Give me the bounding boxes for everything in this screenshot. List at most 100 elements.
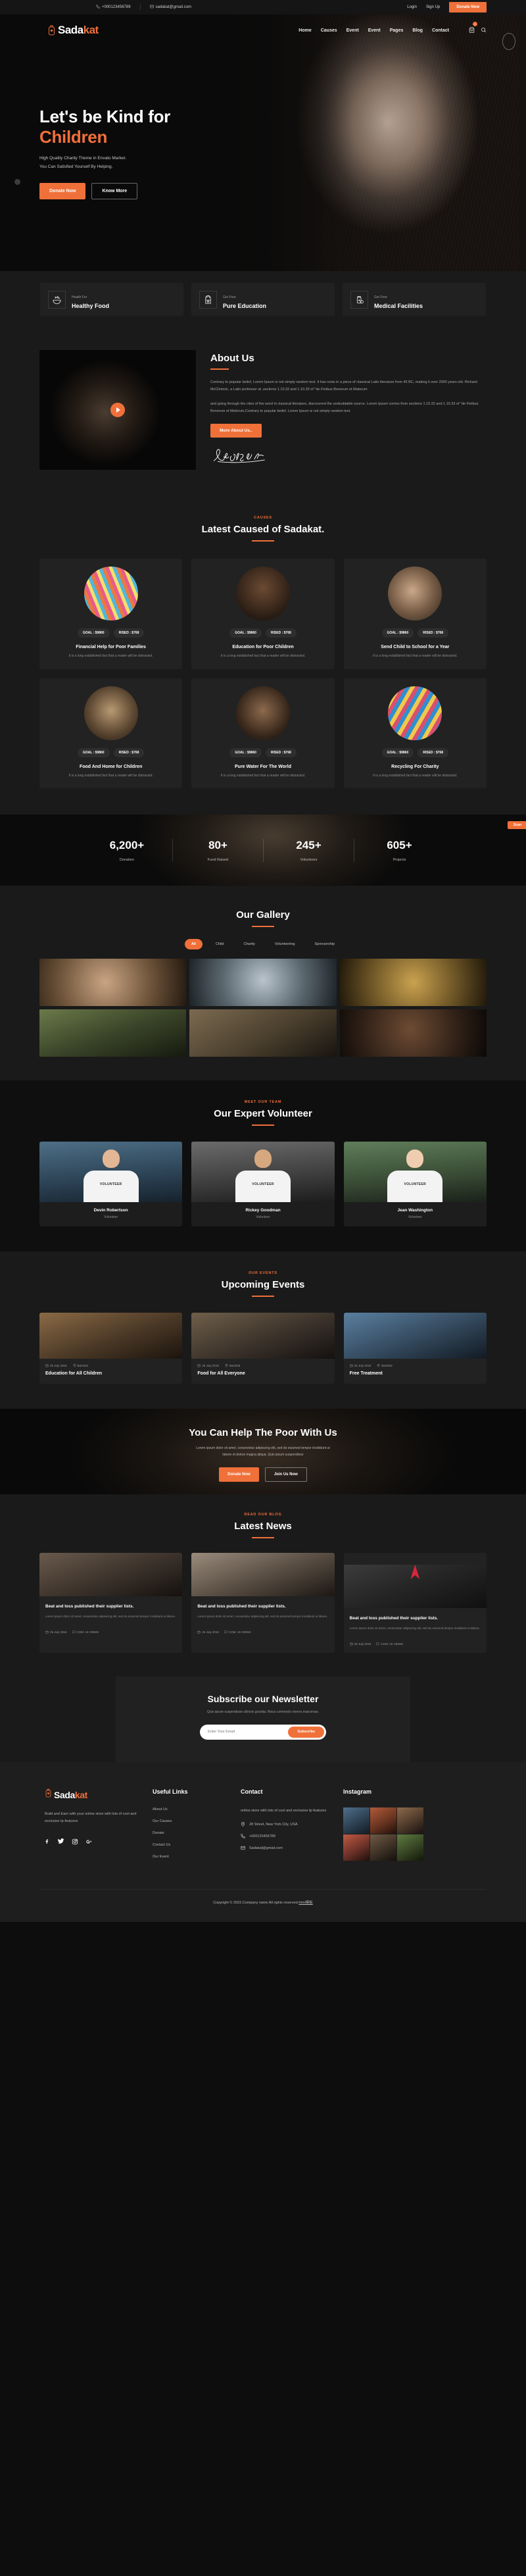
instagram-thumbnail[interactable] bbox=[370, 1834, 396, 1861]
nav-item-home[interactable]: Home bbox=[299, 28, 311, 33]
footer-logo-text: Sadakat bbox=[54, 1789, 87, 1800]
feature-card-healthy-food[interactable]: Health For Healthy Food bbox=[40, 283, 183, 316]
event-date-text: 25 July 2018 bbox=[50, 1364, 67, 1367]
newsletter-subscribe-button[interactable]: Subscribe bbox=[288, 1726, 324, 1738]
more-about-us-button[interactable]: More About Us.. bbox=[210, 424, 262, 438]
gallery-heading: Our Gallery bbox=[39, 909, 487, 927]
volunteer-photo bbox=[191, 1142, 335, 1202]
cause-card[interactable]: GOAL : $9860 RISED : $768 Recycling For … bbox=[343, 678, 487, 788]
event-card[interactable]: 25 July 2018 Barishal Food for All Every… bbox=[191, 1313, 335, 1384]
gallery-tab-all[interactable]: All bbox=[184, 939, 203, 949]
instagram-icon[interactable] bbox=[72, 1836, 78, 1848]
newsletter-email-input[interactable] bbox=[202, 1730, 289, 1734]
calendar-icon bbox=[197, 1630, 201, 1634]
comment-icon bbox=[72, 1630, 76, 1634]
gallery-image[interactable] bbox=[189, 1009, 337, 1057]
cause-card[interactable]: GOAL : $9860 RISED : $768 Send Child to … bbox=[343, 559, 487, 669]
footer-link-about-us[interactable]: About Us bbox=[153, 1807, 230, 1811]
cta-buttons: Donate Now Join Us Now bbox=[0, 1467, 526, 1482]
signup-link[interactable]: Sign Up bbox=[426, 5, 440, 9]
footer-link-donate[interactable]: Donate bbox=[153, 1831, 230, 1835]
cart-button[interactable]: 0 bbox=[469, 22, 477, 36]
topbar-email[interactable]: sadakat@gmail.com bbox=[139, 5, 201, 10]
copyright-text: Copyright © 2022.Company name All rights… bbox=[213, 1900, 299, 1905]
search-button[interactable] bbox=[481, 24, 487, 36]
twitter-icon[interactable] bbox=[57, 1836, 64, 1848]
volunteer-card[interactable]: Devin Robertson Volunteer bbox=[39, 1142, 183, 1226]
events-container: Our Events Upcoming Events 25 July 2018 … bbox=[39, 1271, 487, 1384]
feature-big-label: Medical Facilities bbox=[374, 303, 423, 309]
newsletter-wrap: Subscribe our Newsletter Quis ipsum susp… bbox=[0, 1676, 526, 1762]
copyright-link[interactable]: html模板 bbox=[299, 1901, 312, 1905]
events-section: Our Events Upcoming Events 25 July 2018 … bbox=[0, 1251, 526, 1409]
event-card[interactable]: 25 July 2018 Barishal Education for All … bbox=[39, 1313, 183, 1384]
event-card[interactable]: 25 July 2018 Barishal Free Treatment bbox=[343, 1313, 487, 1384]
causes-divider bbox=[252, 540, 274, 542]
counter-side-tag[interactable]: Scan bbox=[508, 821, 526, 829]
facebook-icon[interactable] bbox=[45, 1836, 50, 1848]
news-body: Beat and loss published their supplier l… bbox=[39, 1596, 182, 1625]
volunteer-card[interactable]: Rickey Goodman Volunteer bbox=[191, 1142, 335, 1226]
footer-link-our-causes[interactable]: Our Causes bbox=[153, 1819, 230, 1823]
topbar-phone[interactable]: +000123456789 bbox=[87, 5, 140, 10]
newsletter-title: Subscribe our Newsletter bbox=[207, 1693, 319, 1704]
gallery-tab-charity[interactable]: Charity bbox=[237, 939, 261, 949]
cause-photo bbox=[84, 686, 138, 740]
footer-phone[interactable]: +000123456789 bbox=[241, 1834, 333, 1838]
login-link[interactable]: Login bbox=[407, 5, 417, 9]
hero-donate-button[interactable]: Donate Now bbox=[39, 183, 86, 200]
instagram-thumbnail[interactable] bbox=[343, 1834, 370, 1861]
cause-card[interactable]: GOAL : $9860 RISED : $768 Education for … bbox=[191, 559, 335, 669]
gallery-image[interactable] bbox=[339, 959, 487, 1006]
gallery-image[interactable] bbox=[189, 959, 337, 1006]
cause-card[interactable]: GOAL : $9860 RISED : $768 Pure Water For… bbox=[191, 678, 335, 788]
instagram-thumbnail[interactable] bbox=[397, 1807, 423, 1834]
footer-link-our-event[interactable]: Our Event bbox=[153, 1855, 230, 1859]
gallery-image[interactable] bbox=[39, 959, 187, 1006]
cause-rised-pill: RISED : $768 bbox=[418, 628, 449, 638]
hero-subtitle: High Quality Charity Theme in Envato Mar… bbox=[39, 154, 526, 171]
hero-know-more-button[interactable]: Know More bbox=[91, 183, 138, 200]
volunteer-divider bbox=[252, 1124, 274, 1126]
nav-item-contact[interactable]: Contact bbox=[432, 28, 449, 33]
news-card[interactable]: Beat and loss published their supplier l… bbox=[39, 1553, 183, 1653]
gallery-image[interactable] bbox=[339, 1009, 487, 1057]
feature-card-pure-education[interactable]: Get Free Pure Education bbox=[191, 283, 335, 316]
instagram-thumbnail[interactable] bbox=[370, 1807, 396, 1834]
cause-description: It is a long established fact that a rea… bbox=[373, 654, 458, 658]
gallery-tab-child[interactable]: Child bbox=[209, 939, 231, 949]
footer-phone-text: +000123456789 bbox=[249, 1834, 275, 1838]
nav-item-event[interactable]: Event bbox=[347, 28, 359, 33]
gallery-tab-volunteering[interactable]: Volunteering bbox=[268, 939, 302, 949]
footer-contact-column: Contact online store with lots of cool a… bbox=[241, 1788, 333, 1867]
volunteer-role: Volunteer bbox=[256, 1215, 270, 1219]
gallery-image[interactable] bbox=[39, 1009, 187, 1057]
nav-item-pages[interactable]: Pages bbox=[390, 28, 404, 33]
gallery-tab-sponsorship[interactable]: Sponsorship bbox=[308, 939, 342, 949]
instagram-thumbnail[interactable] bbox=[343, 1807, 370, 1834]
nav-item-causes[interactable]: Causes bbox=[321, 28, 337, 33]
footer-logo[interactable]: Sadakat bbox=[45, 1788, 142, 1802]
footer-email[interactable]: Sadakat@gmail.com bbox=[241, 1846, 333, 1850]
about-video-thumbnail[interactable] bbox=[39, 350, 196, 470]
instagram-thumbnail[interactable] bbox=[397, 1834, 423, 1861]
news-card[interactable]: Beat and loss published their supplier l… bbox=[191, 1553, 335, 1653]
nav-item-blog[interactable]: Blog bbox=[412, 28, 423, 33]
donate-now-top-button[interactable]: Donate Now bbox=[449, 2, 487, 13]
cause-card[interactable]: GOAL : $9860 RISED : $768 Food And Home … bbox=[39, 678, 183, 788]
play-button-icon[interactable] bbox=[110, 403, 125, 417]
cause-card[interactable]: GOAL : $9860 RISED : $768 Financial Help… bbox=[39, 559, 183, 669]
nav-item-event-2[interactable]: Event bbox=[368, 28, 381, 33]
events-grid: 25 July 2018 Barishal Education for All … bbox=[39, 1313, 487, 1384]
feature-text-healthy-food: Health For Healthy Food bbox=[72, 290, 109, 309]
news-card-description: Lorem ipsum dolor sit amet, consectetur … bbox=[197, 1615, 328, 1619]
google-plus-icon[interactable] bbox=[85, 1836, 93, 1848]
cta-donate-button[interactable]: Donate Now bbox=[219, 1467, 259, 1482]
cta-join-us-button[interactable]: Join Us Now bbox=[264, 1467, 307, 1482]
site-logo[interactable]: Sadakat bbox=[47, 24, 99, 37]
footer-link-contact-us[interactable]: Contact Us bbox=[153, 1843, 230, 1847]
volunteer-card[interactable]: Jean Washington Volunteer bbox=[343, 1142, 487, 1226]
news-card[interactable]: Beat and loss published their supplier l… bbox=[343, 1553, 487, 1653]
feature-card-medical-facilities[interactable]: Get Free Medical Facilities bbox=[343, 283, 486, 316]
news-date-text: 25 July 2018 bbox=[202, 1630, 219, 1634]
